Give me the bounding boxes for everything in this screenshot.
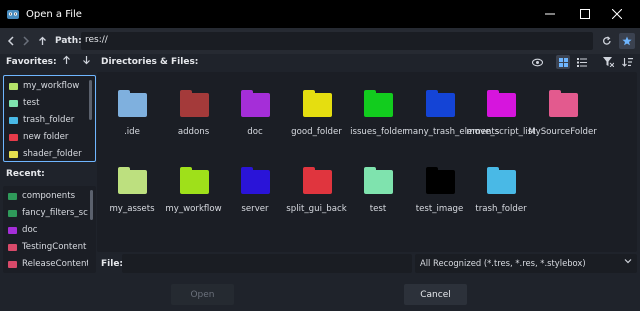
path-input[interactable]: res:// <box>81 32 593 50</box>
folder-icon <box>9 133 18 141</box>
recent-item[interactable]: doc <box>8 223 88 237</box>
toggle-hidden-button[interactable] <box>530 55 544 69</box>
go-up-button[interactable] <box>35 34 49 48</box>
folder-icon <box>302 167 332 194</box>
star-icon <box>622 36 632 46</box>
file-type-filter-value: All Recognized (*.tres, *.res, *.stylebo… <box>420 258 586 268</box>
recent-scrollbar[interactable] <box>90 190 93 220</box>
godot-logo-icon <box>7 10 19 19</box>
eye-icon <box>531 58 543 66</box>
refresh-button[interactable] <box>600 34 614 48</box>
file-grid-item-label: MySourceFolder <box>528 127 597 137</box>
recent-header: Recent: <box>6 169 45 179</box>
filter-icon <box>602 57 614 67</box>
path-label: Path: <box>55 36 82 46</box>
folder-icon <box>8 243 17 251</box>
folder-icon <box>8 192 17 200</box>
close-icon <box>612 9 622 19</box>
folder-icon <box>487 167 516 194</box>
favorite-item[interactable]: trash_folder <box>9 113 89 127</box>
close-button[interactable] <box>594 0 640 28</box>
file-grid-item-label: test_image <box>415 204 464 214</box>
arrow-up-icon <box>63 55 70 64</box>
sort-button[interactable] <box>620 55 634 69</box>
folder-icon <box>8 260 17 268</box>
list-icon <box>577 57 587 67</box>
favorites-header: Favorites: <box>6 57 57 67</box>
arrow-up-icon <box>38 36 46 45</box>
favorite-move-down-button[interactable] <box>82 55 91 68</box>
folder-icon <box>364 167 393 194</box>
recent-item[interactable]: ReleaseContent <box>8 257 88 271</box>
back-button[interactable] <box>4 34 18 48</box>
favorite-toggle-button[interactable] <box>619 33 635 49</box>
file-grid-item-label: many_trash_elements <box>404 127 500 137</box>
recent-item[interactable]: TestingContent <box>8 240 88 254</box>
folder-icon <box>302 90 332 117</box>
file-grid-item-label: doc <box>247 127 263 137</box>
open-button[interactable]: Open <box>171 284 234 305</box>
title-bar: Open a File <box>0 0 640 28</box>
file-grid: .ide addons doc good_folder issues_folder man… <box>97 72 637 252</box>
file-label: File: <box>101 259 124 269</box>
favorite-item[interactable]: test <box>9 96 89 110</box>
file-grid-item-label: good_folder <box>291 127 342 137</box>
window-title: Open a File <box>26 8 82 20</box>
favorites-list: my_workflow test trash_folder new folder… <box>3 75 96 162</box>
favorite-item[interactable]: new folder <box>9 130 89 144</box>
arrow-down-icon <box>83 56 90 65</box>
folder-icon <box>9 82 18 90</box>
file-grid-item-label: test <box>369 204 387 214</box>
chevron-right-icon <box>23 36 30 46</box>
folder-icon <box>548 90 578 117</box>
folder-icon <box>425 167 455 194</box>
file-name-input[interactable] <box>122 254 412 273</box>
file-grid-item-label: issues_folder <box>350 127 406 137</box>
recent-item[interactable]: fancy_filters_sc... <box>8 206 88 220</box>
recent-list: components fancy_filters_sc... doc Testi… <box>3 186 96 273</box>
folder-icon <box>487 90 516 117</box>
cancel-button[interactable]: Cancel <box>404 284 467 305</box>
file-grid-item-label: trash_folder <box>475 204 527 214</box>
file-grid-item-label: my_workflow <box>165 204 222 214</box>
file-grid-item-label: addons <box>177 127 210 137</box>
folder-icon <box>241 167 270 194</box>
minimize-icon <box>545 13 555 15</box>
favorite-item[interactable]: my_workflow <box>9 79 89 93</box>
chevron-left-icon <box>7 36 14 46</box>
folder-icon <box>9 99 18 107</box>
folder-icon <box>241 90 270 117</box>
favorites-scrollbar[interactable] <box>89 80 92 120</box>
folder-icon <box>9 116 18 124</box>
folder-icon <box>179 167 209 194</box>
sort-icon <box>621 58 633 67</box>
folder-icon <box>8 226 17 234</box>
file-grid-item-label: move_script_list <box>466 127 536 137</box>
folder-icon <box>179 90 209 117</box>
folder-icon <box>118 90 147 117</box>
folder-icon <box>364 90 393 117</box>
refresh-icon <box>602 36 611 45</box>
file-type-filter-select[interactable]: All Recognized (*.tres, *.res, *.stylebo… <box>415 254 637 273</box>
folder-icon <box>425 90 455 117</box>
filter-button[interactable] <box>601 55 615 69</box>
favorite-item[interactable]: shader_folder <box>9 147 89 161</box>
list-view-button[interactable] <box>575 55 589 69</box>
maximize-icon <box>580 9 590 19</box>
favorite-move-up-button[interactable] <box>62 55 71 68</box>
file-grid-item-label: server <box>241 204 269 214</box>
file-grid-item-label: my_assets <box>109 204 155 214</box>
folder-icon <box>118 167 147 194</box>
grid-icon <box>558 57 568 67</box>
directories-files-header: Directories & Files: <box>101 57 199 67</box>
folder-icon <box>9 150 18 158</box>
recent-item[interactable]: components <box>8 189 88 203</box>
forward-button[interactable] <box>19 34 33 48</box>
chevron-down-icon <box>624 257 632 268</box>
path-bar: Path: res:// <box>0 28 640 54</box>
file-grid-item-label: .ide <box>124 127 140 137</box>
file-grid-item-label: split_gui_back <box>286 204 347 214</box>
folder-icon <box>8 209 17 217</box>
grid-view-button[interactable] <box>556 55 570 69</box>
